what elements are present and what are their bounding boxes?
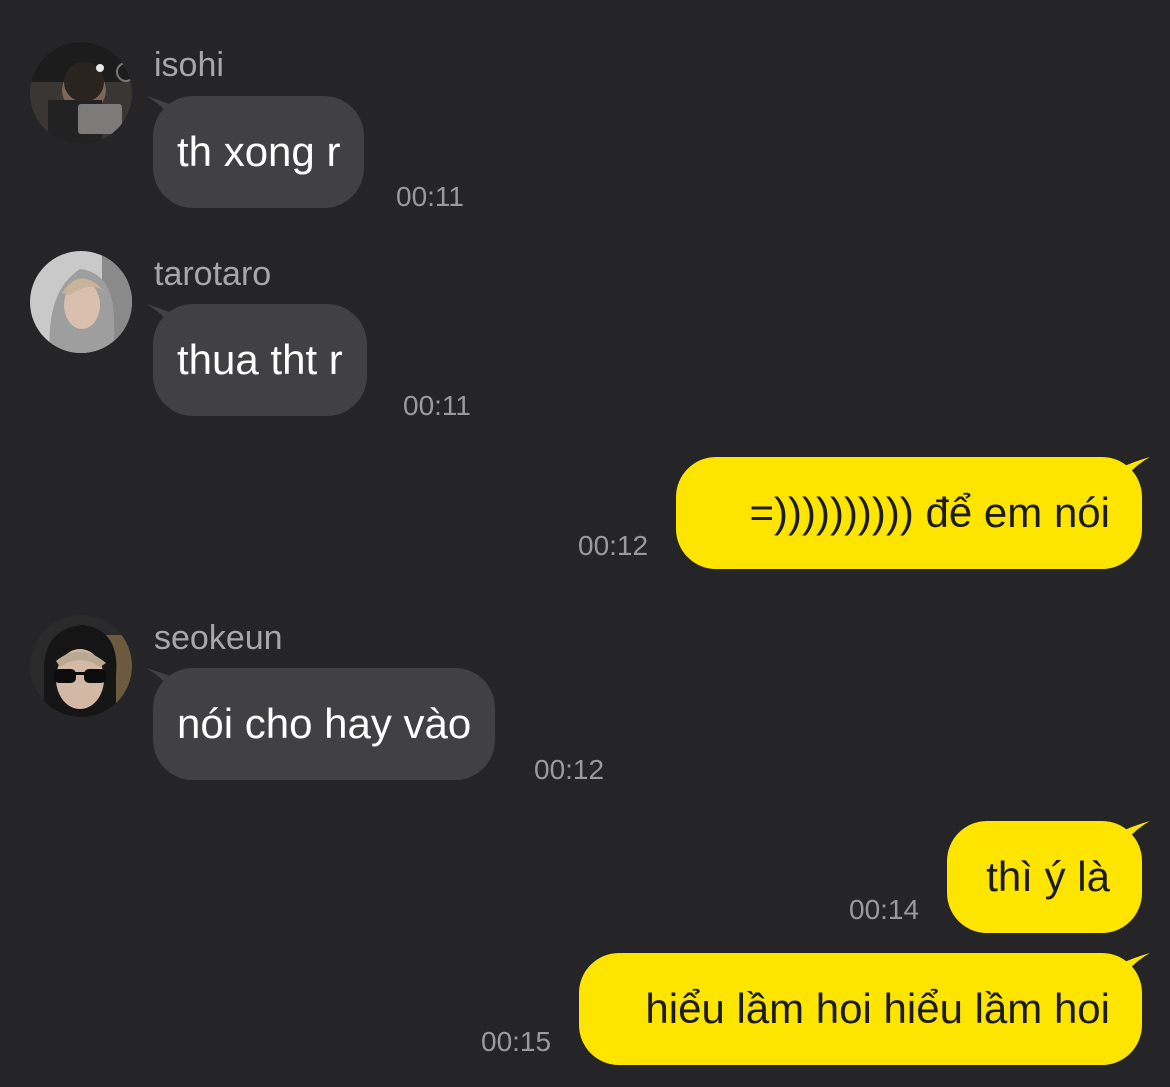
message-timestamp: 00:12	[578, 530, 649, 561]
avatar-photo-icon	[30, 42, 132, 144]
message-bubble[interactable]: th xong r	[153, 96, 365, 208]
sender-name: tarotaro	[154, 255, 272, 293]
avatar-photo-icon	[30, 615, 132, 717]
avatar-tarotaro[interactable]	[30, 251, 132, 353]
message-bubble[interactable]: thì ý là	[947, 821, 1142, 933]
chat-message-list[interactable]: isohi th xong r 00:11 tarotaro thua tht …	[0, 0, 1170, 1087]
message-bubble[interactable]: thua tht r	[153, 304, 367, 416]
bubble-tail-icon	[1122, 457, 1150, 483]
message-timestamp: 00:11	[403, 390, 471, 421]
message-timestamp: 00:12	[534, 754, 605, 785]
bubble-tail-icon	[1122, 953, 1150, 979]
avatar-isohi[interactable]	[30, 42, 132, 144]
bubble-tail-icon	[1122, 821, 1150, 847]
sender-name: isohi	[154, 46, 224, 84]
message-bubble[interactable]: nói cho hay vào	[153, 668, 496, 780]
message-bubble[interactable]: =)))))))))) để em nói	[676, 457, 1142, 569]
avatar-seokeun[interactable]	[30, 615, 132, 717]
message-timestamp: 00:14	[849, 894, 920, 925]
message-timestamp: 00:15	[481, 1026, 552, 1057]
sender-name: seokeun	[154, 619, 283, 657]
message-timestamp: 00:11	[396, 181, 464, 212]
avatar-photo-icon	[30, 251, 132, 353]
message-bubble[interactable]: hiểu lầm hoi hiểu lầm hoi	[579, 953, 1142, 1065]
